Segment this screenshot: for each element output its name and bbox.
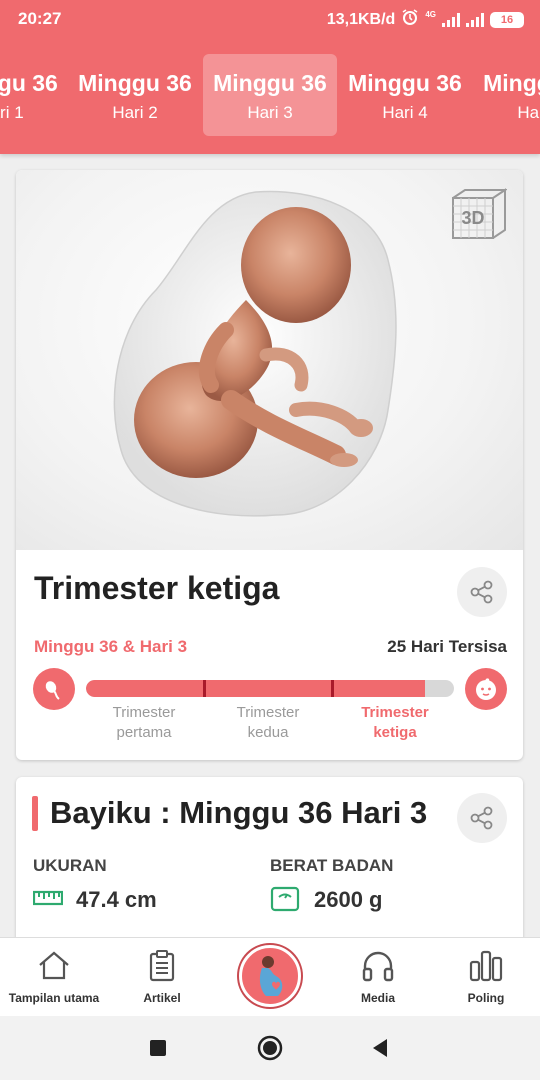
size-value: 47.4 cm <box>76 887 157 912</box>
circle-icon <box>257 1035 283 1061</box>
system-navigation-bar <box>0 1016 540 1080</box>
square-icon <box>150 1040 166 1056</box>
network-speed: 13,1KB/d <box>326 10 396 28</box>
trimester-divider-1 <box>203 680 206 697</box>
clipboard-icon <box>149 950 175 982</box>
nav-media[interactable]: Media <box>324 938 432 1017</box>
trimester-label-line: kedua <box>247 724 289 741</box>
tab-day-label: Hari 5 <box>517 103 540 122</box>
trimester-label-second: Trimester kedua <box>213 703 323 743</box>
alarm-icon <box>401 8 419 31</box>
3d-badge-text: 3D <box>461 208 484 228</box>
title-accent-bar <box>32 796 38 831</box>
tab-week36-day4[interactable]: Minggu 36 Hari 4 <box>338 54 472 136</box>
tab-week36-day2[interactable]: Minggu 36 Hari 2 <box>68 54 202 136</box>
tab-week-label: Minggu 36 <box>78 70 192 96</box>
trimester-label-line: Trimester <box>112 704 176 721</box>
tab-week-label: Minggu 36 <box>213 70 327 96</box>
nav-home[interactable]: Tampilan utama <box>0 938 108 1017</box>
trimester-label-line: Trimester <box>236 704 300 721</box>
back-triangle-icon <box>373 1039 387 1057</box>
weight-label: BERAT BADAN <box>270 856 394 875</box>
back-button[interactable] <box>350 1016 410 1080</box>
trimester-label-line: Trimester <box>361 704 429 721</box>
fetus-illustration <box>113 190 397 517</box>
baby-stats-card: Bayiku : Minggu 36 Hari 3 UKURAN 47.4 cm… <box>16 777 523 957</box>
baby-stats-title: Bayiku : Minggu 36 Hari 3 <box>50 795 428 830</box>
trimester-label-third: Trimester ketiga <box>340 703 450 743</box>
nav-label: Artikel <box>143 991 181 1005</box>
tab-day-label: Hari 1 <box>0 103 24 122</box>
trimester-divider-2 <box>331 680 334 697</box>
signal-bars-2-icon <box>466 12 484 27</box>
share-button[interactable] <box>457 793 507 843</box>
fetus-3d-image[interactable]: 3D <box>16 170 523 550</box>
trimester-label-line: pertama <box>116 724 172 741</box>
tab-week-label: Minggu 36 <box>483 70 540 96</box>
weight-value: 2600 g <box>314 887 383 912</box>
nav-label: Tampilan utama <box>8 991 100 1005</box>
tab-day-label: Hari 4 <box>382 103 428 122</box>
days-remaining: 25 Hari Tersisa <box>387 637 507 656</box>
tab-week-label: Minggu 36 <box>0 70 58 96</box>
sperm-icon <box>33 668 75 710</box>
status-bar: 20:27 13,1KB/d 4G 16 <box>0 0 540 38</box>
trimester-label-line: ketiga <box>373 724 417 741</box>
share-icon <box>470 806 493 830</box>
nav-label: Poling <box>467 991 505 1005</box>
app-header: 20:27 13,1KB/d 4G 16 Minggu 36 Hari 1 Mi… <box>0 0 540 154</box>
day-tabs: Minggu 36 Hari 1 Minggu 36 Hari 2 Minggu… <box>0 54 540 138</box>
3d-view-icon[interactable]: 3D <box>449 186 507 244</box>
battery-icon: 16 <box>490 11 524 28</box>
nav-label: Media <box>360 991 395 1005</box>
ruler-icon <box>33 890 63 906</box>
tab-week36-day3[interactable]: Minggu 36 Hari 3 <box>203 54 337 136</box>
nav-pregnancy-center-button[interactable] <box>239 945 301 1007</box>
status-indicators: 13,1KB/d 4G 16 <box>327 8 524 31</box>
current-week-day: Minggu 36 & Hari 3 <box>34 637 188 656</box>
trimester-card: 3D Trimester ketiga Minggu 36 & Hari 3 2… <box>16 170 523 760</box>
share-button[interactable] <box>457 567 507 617</box>
tab-week36-day1[interactable]: Minggu 36 Hari 1 <box>0 54 68 136</box>
trimester-label-first: Trimester pertama <box>89 703 199 743</box>
baby-face-icon <box>465 668 507 710</box>
tab-day-label: Hari 2 <box>112 103 158 122</box>
scale-icon <box>270 886 300 912</box>
status-time: 20:27 <box>18 9 62 28</box>
home-system-button[interactable] <box>240 1016 300 1080</box>
home-icon <box>39 951 69 980</box>
tab-day-label: Hari 3 <box>247 103 293 122</box>
nav-articles[interactable]: Artikel <box>108 938 216 1017</box>
signal-bars-icon <box>442 12 460 27</box>
network-type: 4G <box>425 9 436 19</box>
progress-fill <box>86 680 425 697</box>
pregnancy-progress-bar <box>86 680 454 697</box>
share-icon <box>470 580 493 604</box>
size-label: UKURAN <box>33 856 107 875</box>
tab-week-label: Minggu 36 <box>348 70 462 96</box>
headphones-icon <box>362 951 394 982</box>
trimester-title: Trimester ketiga <box>34 570 280 606</box>
recent-apps-button[interactable] <box>128 1016 188 1080</box>
pregnant-woman-icon <box>259 956 283 996</box>
tab-week36-day5[interactable]: Minggu 36 Hari 5 <box>473 54 540 136</box>
nav-polls[interactable]: Poling <box>432 938 540 1017</box>
bar-chart-icon <box>469 950 503 982</box>
